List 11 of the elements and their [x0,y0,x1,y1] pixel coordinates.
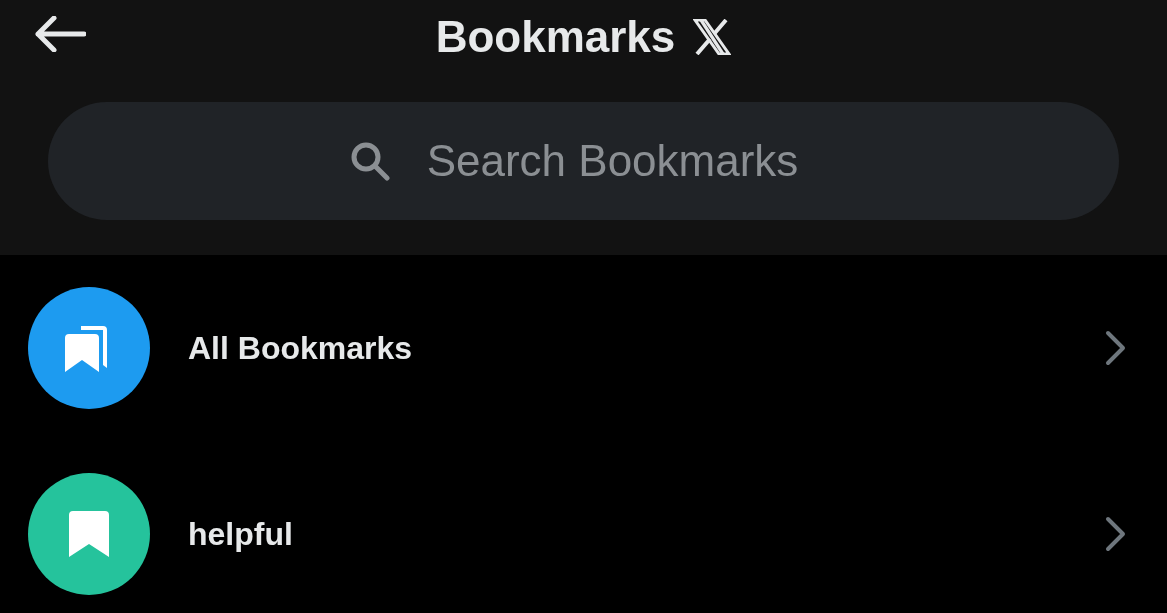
x-logo-icon [693,19,732,55]
page-title: Bookmarks [435,12,676,62]
chevron-right-icon [1105,330,1127,366]
bookmark-list-item[interactable]: helpful [0,441,1167,613]
list-name: All Bookmarks [188,329,414,367]
back-button[interactable] [34,16,86,52]
bookmark-list-item[interactable]: All Bookmarks [0,255,1167,441]
back-arrow-icon [34,16,86,52]
list-name: helpful [188,515,294,553]
search-field[interactable]: Search Bookmarks [48,102,1119,220]
chevron-right-icon [1105,516,1127,552]
